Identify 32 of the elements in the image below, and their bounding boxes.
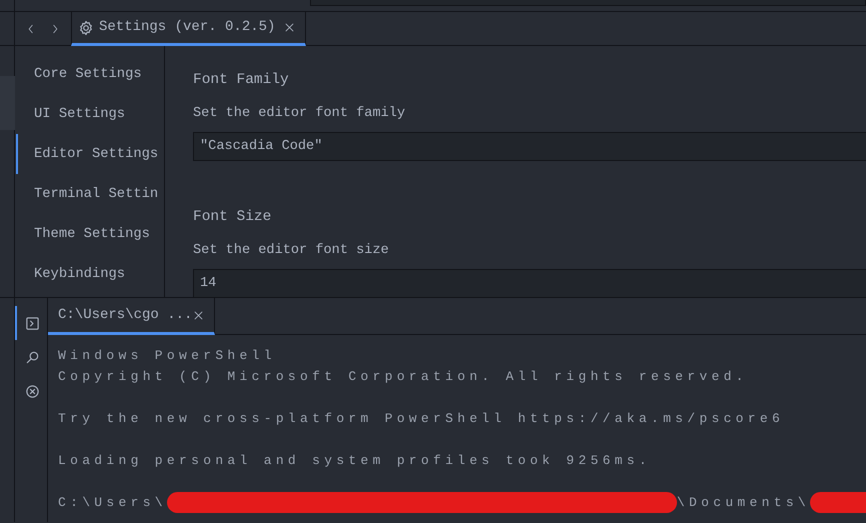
redaction-mark — [810, 492, 866, 513]
terminal-line: Loading personal and system profiles took 9256ms. — [58, 452, 652, 470]
sidebar-item[interactable]: Theme Settings — [16, 214, 164, 254]
setting-description: Set the editor font family — [193, 105, 406, 123]
prompt-text: \Documents\ — [676, 494, 810, 512]
sidebar-item[interactable]: Core Settings — [16, 54, 164, 94]
prompt-text: C:\Users\ — [58, 494, 167, 512]
close-button[interactable] — [193, 310, 204, 320]
settings-tab[interactable]: Settings (ver. 0.2.5) — [71, 12, 306, 46]
close-button[interactable] — [284, 22, 296, 33]
circle-x-icon — [25, 384, 40, 398]
sidebar-item[interactable]: Keybindings — [16, 254, 164, 294]
setting-description: Set the editor font size — [193, 242, 390, 260]
setting-title: Font Size — [193, 208, 272, 227]
terminal-line: Copyright (C) Microsoft Corporation. All rights reserved. — [58, 368, 749, 386]
terminal-icon — [25, 316, 40, 330]
scrollbar-thumb[interactable] — [0, 76, 15, 130]
setting-title: Font Family — [193, 71, 290, 90]
terminal-line: Try the new cross-platform PowerShell https://aka.ms/pscore6 — [58, 410, 786, 428]
close-icon — [193, 310, 204, 320]
search-icon — [25, 350, 40, 364]
text-field[interactable]: 14 — [193, 269, 866, 298]
tab-label: Settings (ver. 0.2.5) — [99, 18, 276, 37]
close-icon — [284, 22, 296, 33]
terminal-tab[interactable]: C:\Users\cgo ... — [48, 298, 215, 335]
sidebar-item[interactable]: Terminal Settin — [16, 174, 164, 214]
tab-label: C:\Users\cgo ... — [58, 306, 192, 324]
sidebar-item[interactable]: UI Settings — [16, 94, 164, 134]
terminal-line: Windows PowerShell — [58, 347, 277, 365]
sidebar-item[interactable]: Editor Settings — [16, 134, 164, 174]
gear-icon — [78, 20, 94, 36]
text-field[interactable]: "Cascadia Code" — [193, 132, 866, 161]
